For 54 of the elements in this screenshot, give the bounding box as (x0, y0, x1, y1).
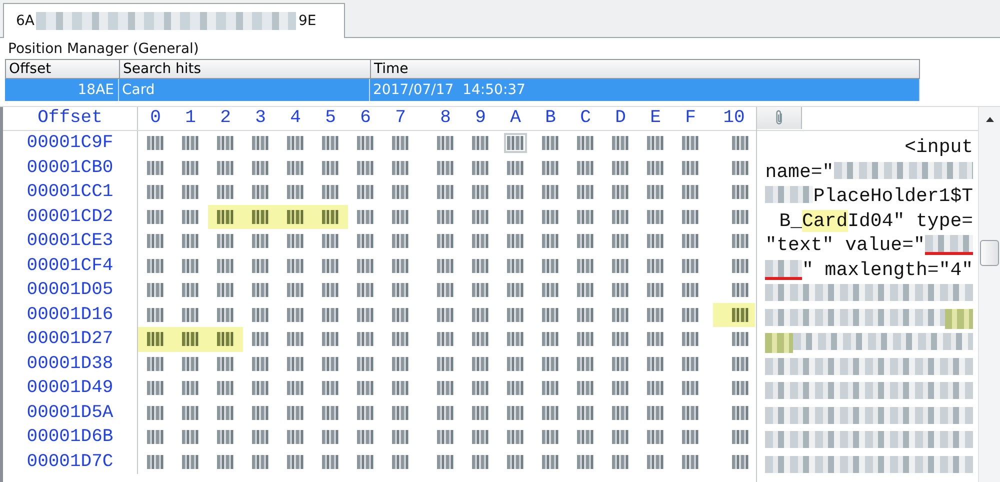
scrollbar-thumb[interactable] (980, 240, 1000, 266)
offset-label: 00001C9F (3, 131, 138, 156)
panel-title: Position Manager (General) (7, 40, 200, 59)
offset-label: 00001CC1 (3, 180, 138, 204)
text-fragment: B_ (779, 210, 802, 232)
column-header: 5 (324, 107, 337, 130)
table-cell: 18AE (5, 79, 119, 101)
text-fragment: Id04" type= (848, 210, 974, 232)
scroll-up-icon[interactable] (986, 117, 994, 122)
column-header: E (649, 107, 662, 130)
offset-label: 00001D49 (3, 376, 138, 400)
table-cell: 2017/07/17 14:50:37 (370, 79, 920, 101)
offset-label: 00001D5A (3, 400, 138, 425)
offset-label: 00001CE3 (3, 229, 138, 254)
text-fragment: <input (904, 136, 974, 158)
column-header: 9 (474, 107, 487, 130)
column-header: A (509, 107, 522, 130)
column-header: 3 (254, 107, 267, 130)
offset-label: 00001D7C (3, 450, 138, 474)
column-header: D (614, 107, 627, 130)
text-fragment: " maxlength="4" (802, 258, 974, 281)
document-tab[interactable]: 6A 9E (3, 3, 345, 38)
tab-label: 9E (298, 13, 316, 29)
offset-label: 00001D05 (3, 278, 138, 302)
paperclip-icon (774, 110, 784, 126)
table-cell: Card (119, 79, 370, 101)
offset-label: 00001CD2 (3, 204, 138, 229)
offset-label: 00001D16 (3, 302, 138, 327)
text-fragment: PlaceHolder1$T (813, 185, 974, 208)
column-header: 4 (289, 107, 302, 130)
column-header: 2 (219, 107, 232, 130)
column-header[interactable]: Offset (6, 60, 120, 78)
attachment-tab[interactable] (757, 107, 802, 129)
offset-header: Offset (3, 107, 138, 130)
column-header: 10 (722, 107, 746, 130)
text-fragment: "text" value=" (765, 234, 925, 256)
column-header: 7 (394, 107, 407, 130)
offset-label: 00001D6B (3, 425, 138, 450)
column-header[interactable]: Search hits (120, 60, 371, 78)
text-fragment: name=" (765, 160, 834, 183)
offset-label: 00001CF4 (3, 254, 138, 278)
column-header: B (544, 107, 557, 130)
column-header: 1 (184, 107, 197, 130)
column-header: F (684, 107, 697, 130)
text-fragment: Card (802, 210, 848, 232)
column-header: C (579, 107, 592, 130)
offset-label: 00001D38 (3, 352, 138, 376)
offset-label: 00001CB0 (3, 156, 138, 180)
scrollbar[interactable] (978, 107, 1000, 482)
column-header: 0 (149, 107, 162, 130)
tab-label: 6A (16, 13, 34, 29)
column-header[interactable]: Time (371, 60, 919, 78)
column-header: 8 (439, 107, 452, 130)
column-header: 6 (359, 107, 372, 130)
